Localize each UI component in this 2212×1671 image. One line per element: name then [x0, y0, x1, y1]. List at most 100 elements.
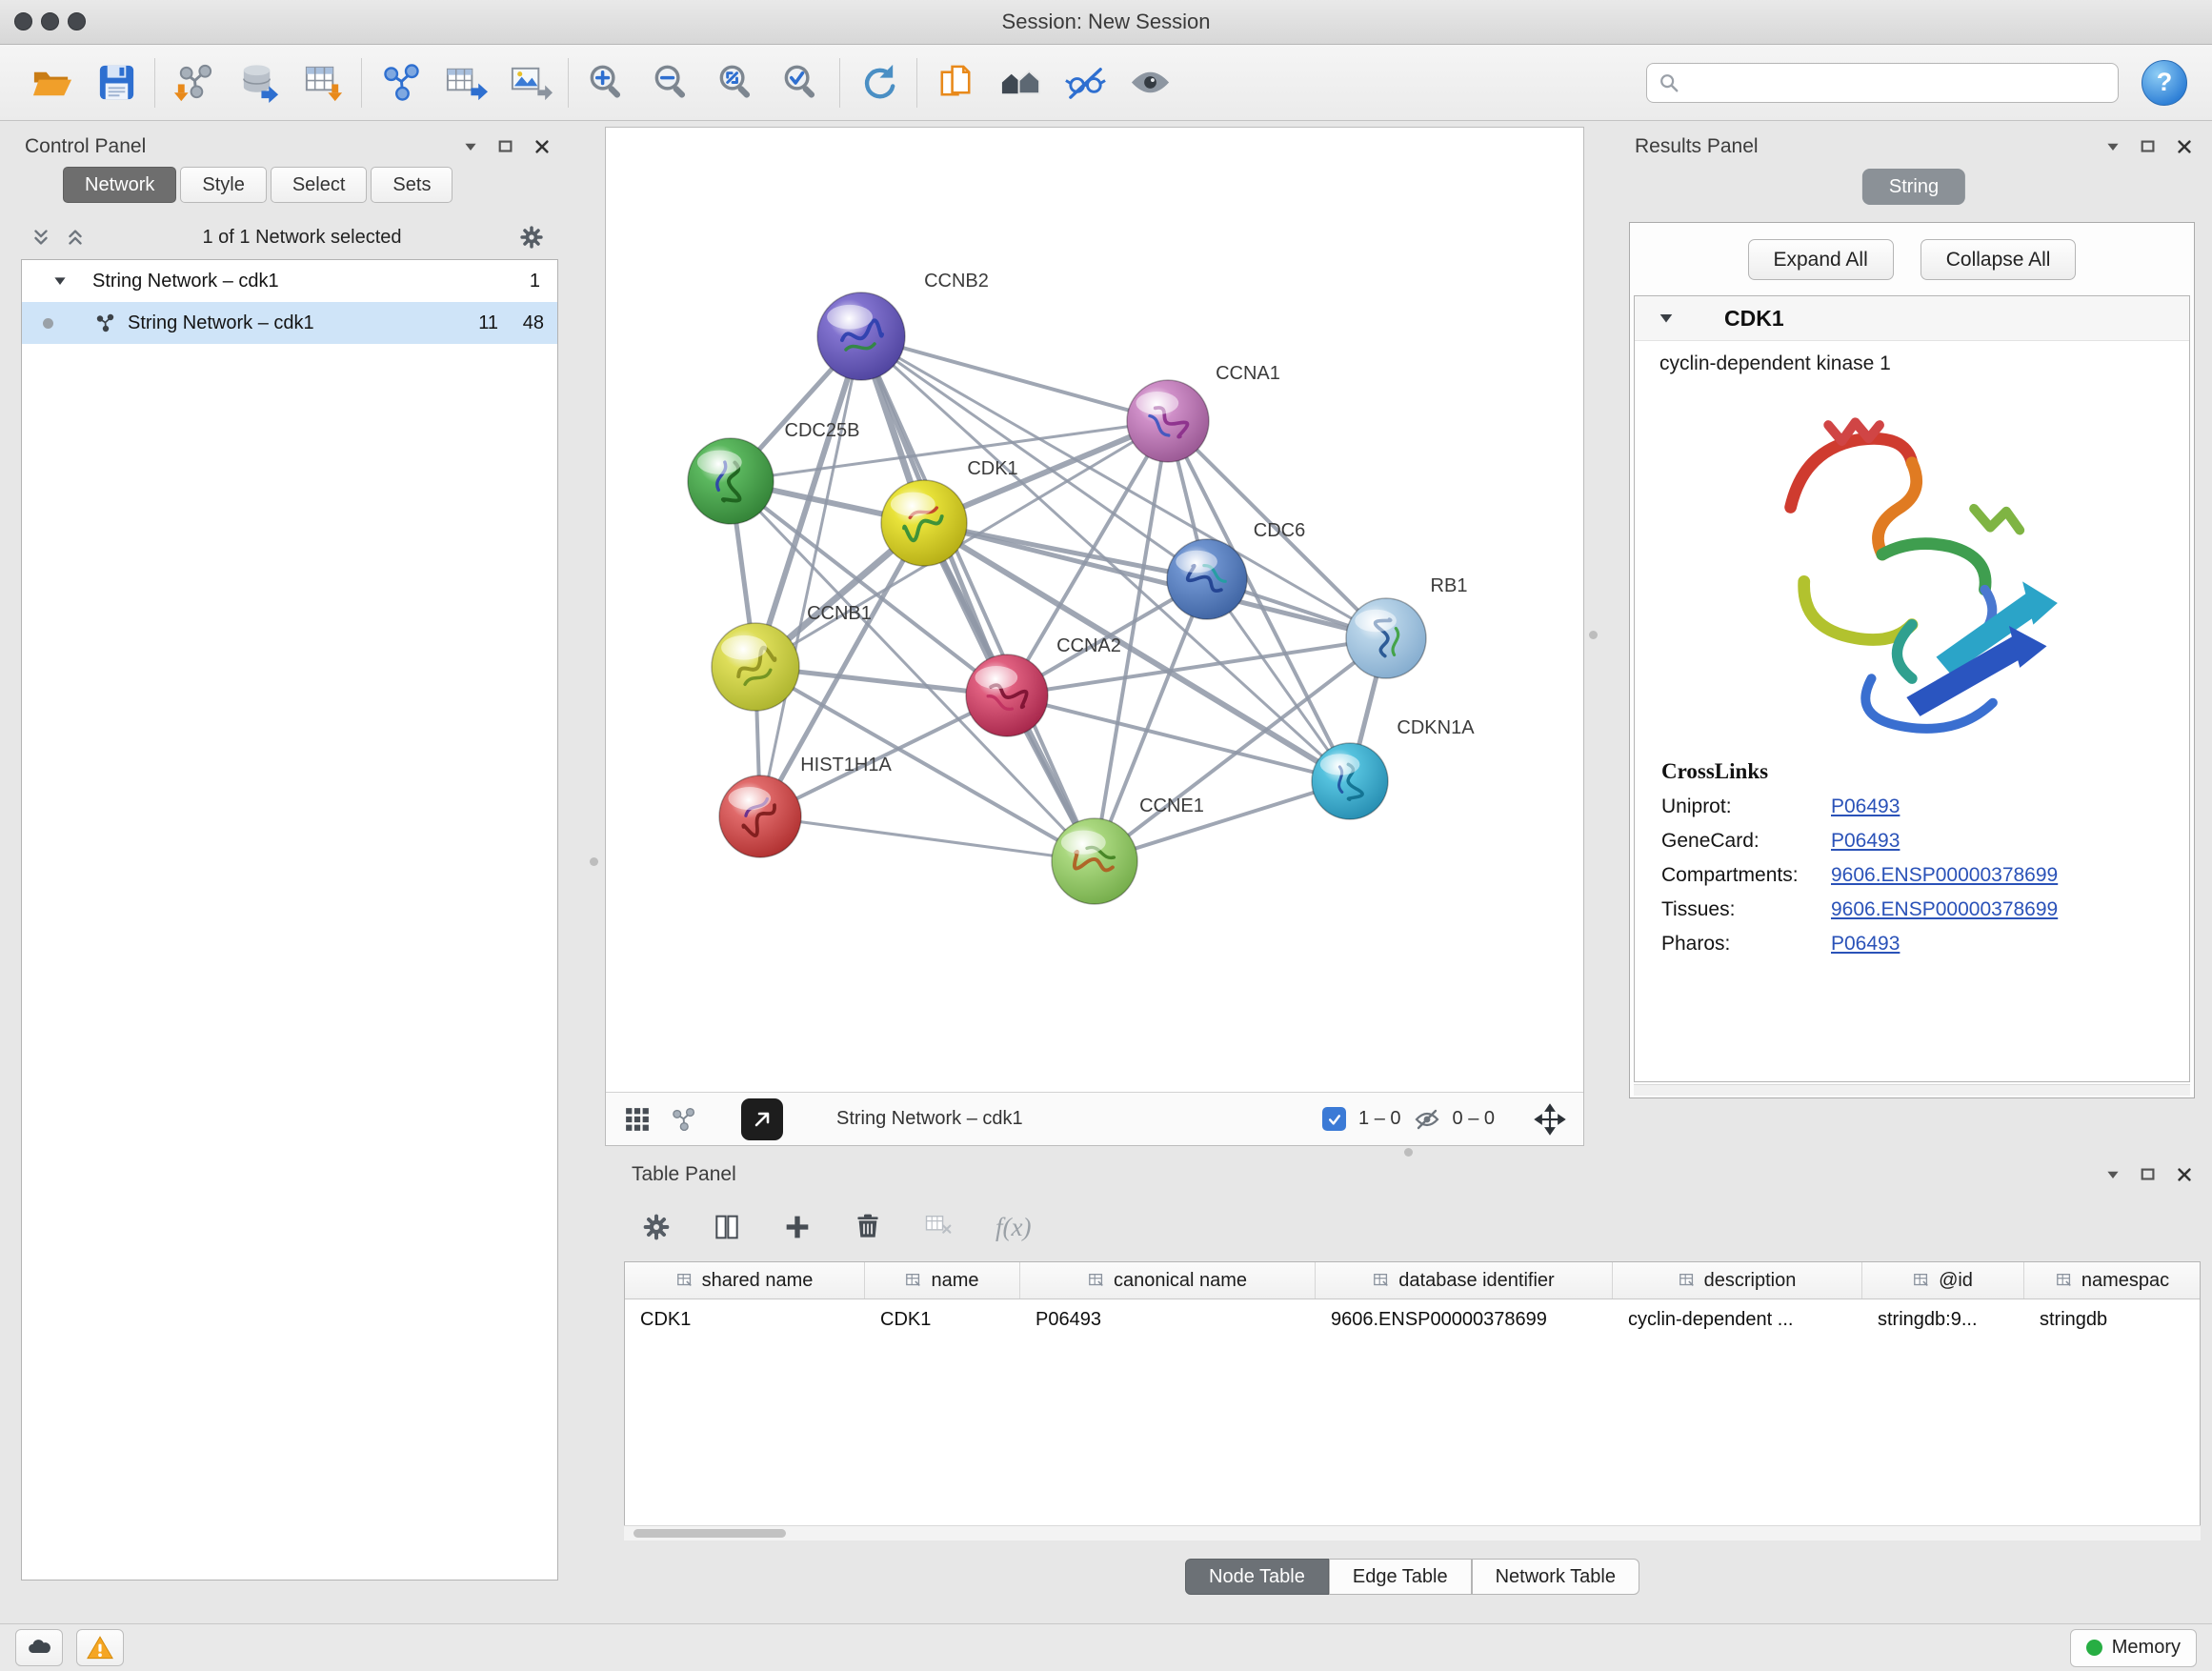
function-builder-icon[interactable]: f(x) [995, 1213, 1031, 1242]
table-cell[interactable]: CDK1 [625, 1309, 865, 1331]
table-row[interactable]: CDK1CDK1P064939606.ENSP00000378699cyclin… [625, 1299, 2200, 1339]
node-CCNA1[interactable] [1127, 380, 1209, 462]
column-header-namespac[interactable]: namespac [2024, 1262, 2201, 1299]
splitter-handle-left[interactable] [590, 857, 598, 866]
open-external-button[interactable] [741, 1098, 783, 1140]
collapse-all-button[interactable]: Collapse All [1920, 239, 2077, 280]
splitter-handle-right[interactable] [1589, 631, 1598, 639]
node-CCNE1[interactable] [1052, 818, 1137, 904]
crosslink-link[interactable]: 9606.ENSP00000378699 [1831, 864, 2058, 887]
open-file-button[interactable] [25, 56, 78, 110]
network-options-gear-icon[interactable] [518, 224, 545, 251]
network-collection-row[interactable]: String Network – cdk1 1 [22, 260, 557, 302]
crosslink-link[interactable]: 9606.ENSP00000378699 [1831, 898, 2058, 921]
panel-close-icon[interactable] [533, 138, 551, 155]
gene-card-header[interactable]: CDK1 [1635, 296, 2189, 341]
disclosure-triangle-icon[interactable] [52, 273, 68, 289]
panel-menu-icon[interactable] [2105, 1167, 2121, 1182]
tab-edge-table[interactable]: Edge Table [1329, 1559, 1472, 1595]
panel-menu-icon[interactable] [463, 139, 478, 154]
edge-CCNB2-CCNE1[interactable] [861, 336, 1095, 861]
tab-network-table[interactable]: Network Table [1472, 1559, 1639, 1595]
selection-checkbox[interactable] [1322, 1107, 1346, 1131]
crosslink-link[interactable]: P06493 [1831, 795, 1900, 818]
network-row-selected[interactable]: String Network – cdk1 11 48 [22, 302, 557, 344]
home-button[interactable] [994, 56, 1047, 110]
node-CCNB1[interactable] [712, 623, 799, 711]
search-input[interactable] [1689, 70, 2106, 94]
network-graph[interactable]: CCNB2CCNA1CDC25BCDK1CDC6RB1CCNB1CCNA2CDK… [606, 128, 1583, 1092]
node-HIST1H1A[interactable] [719, 775, 801, 857]
import-table-button[interactable] [296, 56, 350, 110]
tab-node-table[interactable]: Node Table [1185, 1559, 1329, 1595]
birdseye-grid-icon[interactable] [623, 1105, 652, 1134]
column-header-at-id[interactable]: @id [1862, 1262, 2024, 1299]
splitter-handle-bottom[interactable] [1404, 1148, 1413, 1157]
network-overview-icon[interactable] [669, 1105, 697, 1134]
panel-float-icon[interactable] [497, 138, 514, 155]
save-session-button[interactable] [90, 56, 143, 110]
panel-float-icon[interactable] [2140, 1166, 2157, 1183]
crosslink-link[interactable]: P06493 [1831, 933, 1900, 956]
edge-CCNB2-HIST1H1A[interactable] [760, 336, 861, 816]
column-header-database-identifier[interactable]: database identifier [1316, 1262, 1613, 1299]
expand-all-icon[interactable] [65, 227, 86, 248]
zoom-out-button[interactable] [645, 56, 698, 110]
search-box[interactable] [1646, 63, 2119, 103]
node-CCNA2[interactable] [966, 654, 1048, 736]
table-cell[interactable]: stringdb:9... [1862, 1309, 2024, 1331]
column-header-name[interactable]: name [865, 1262, 1020, 1299]
glasses-button[interactable] [1058, 56, 1112, 110]
eye-button[interactable] [1123, 56, 1176, 110]
tab-select[interactable]: Select [271, 167, 368, 203]
hidden-elements-icon[interactable] [1414, 1106, 1440, 1133]
zoom-fit-button[interactable] [710, 56, 763, 110]
panel-close-icon[interactable] [2176, 1166, 2193, 1183]
collapse-all-icon[interactable] [30, 227, 51, 248]
node-RB1[interactable] [1346, 598, 1426, 678]
table-cell[interactable]: cyclin-dependent ... [1613, 1309, 1862, 1331]
documents-button[interactable] [929, 56, 982, 110]
tab-network[interactable]: Network [63, 167, 176, 203]
tab-style[interactable]: Style [180, 167, 266, 203]
crosslink-link[interactable]: P06493 [1831, 830, 1900, 853]
table-horizontal-scrollbar[interactable] [624, 1525, 2201, 1540]
cloud-button[interactable] [15, 1629, 63, 1666]
import-database-button[interactable] [231, 56, 285, 110]
table-cell[interactable]: P06493 [1020, 1309, 1316, 1331]
network-canvas[interactable]: CCNB2CCNA1CDC25BCDK1CDC6RB1CCNB1CCNA2CDK… [606, 128, 1583, 1092]
memory-button[interactable]: Memory [2070, 1629, 2197, 1667]
export-table-button[interactable] [438, 56, 492, 110]
node-CDC25B[interactable] [688, 438, 774, 524]
pan-tool-icon[interactable] [1534, 1103, 1566, 1136]
collapse-section-icon[interactable] [1658, 310, 1675, 327]
zoom-in-button[interactable] [580, 56, 633, 110]
expand-all-button[interactable]: Expand All [1748, 239, 1894, 280]
node-CDC6[interactable] [1167, 539, 1247, 619]
add-column-icon[interactable] [782, 1212, 813, 1242]
tab-sets[interactable]: Sets [371, 167, 452, 203]
node-CCNB2[interactable] [817, 292, 905, 380]
node-CDKN1A[interactable] [1312, 743, 1388, 819]
refresh-button[interactable] [852, 56, 905, 110]
panel-menu-icon[interactable] [2105, 139, 2121, 154]
column-header-description[interactable]: description [1613, 1262, 1862, 1299]
export-image-button[interactable] [503, 56, 556, 110]
delete-column-icon[interactable] [853, 1212, 883, 1242]
tab-string[interactable]: String [1862, 169, 1965, 205]
table-cell[interactable]: 9606.ENSP00000378699 [1316, 1309, 1613, 1331]
new-network-button[interactable] [373, 56, 427, 110]
column-header-shared-name[interactable]: shared name [625, 1262, 865, 1299]
panel-close-icon[interactable] [2176, 138, 2193, 155]
warnings-button[interactable] [76, 1629, 124, 1666]
table-options-gear-icon[interactable] [641, 1212, 672, 1242]
panel-float-icon[interactable] [2140, 138, 2157, 155]
show-columns-icon[interactable] [712, 1212, 742, 1242]
edge-CDK1-RB1[interactable] [924, 523, 1386, 638]
import-network-button[interactable] [167, 56, 220, 110]
edge-HIST1H1A-CCNE1[interactable] [760, 816, 1095, 861]
node-CDK1[interactable] [881, 480, 967, 566]
help-button[interactable]: ? [2142, 60, 2187, 106]
results-horizontal-scrollbar[interactable] [1634, 1084, 2190, 1096]
column-header-canonical-name[interactable]: canonical name [1020, 1262, 1316, 1299]
